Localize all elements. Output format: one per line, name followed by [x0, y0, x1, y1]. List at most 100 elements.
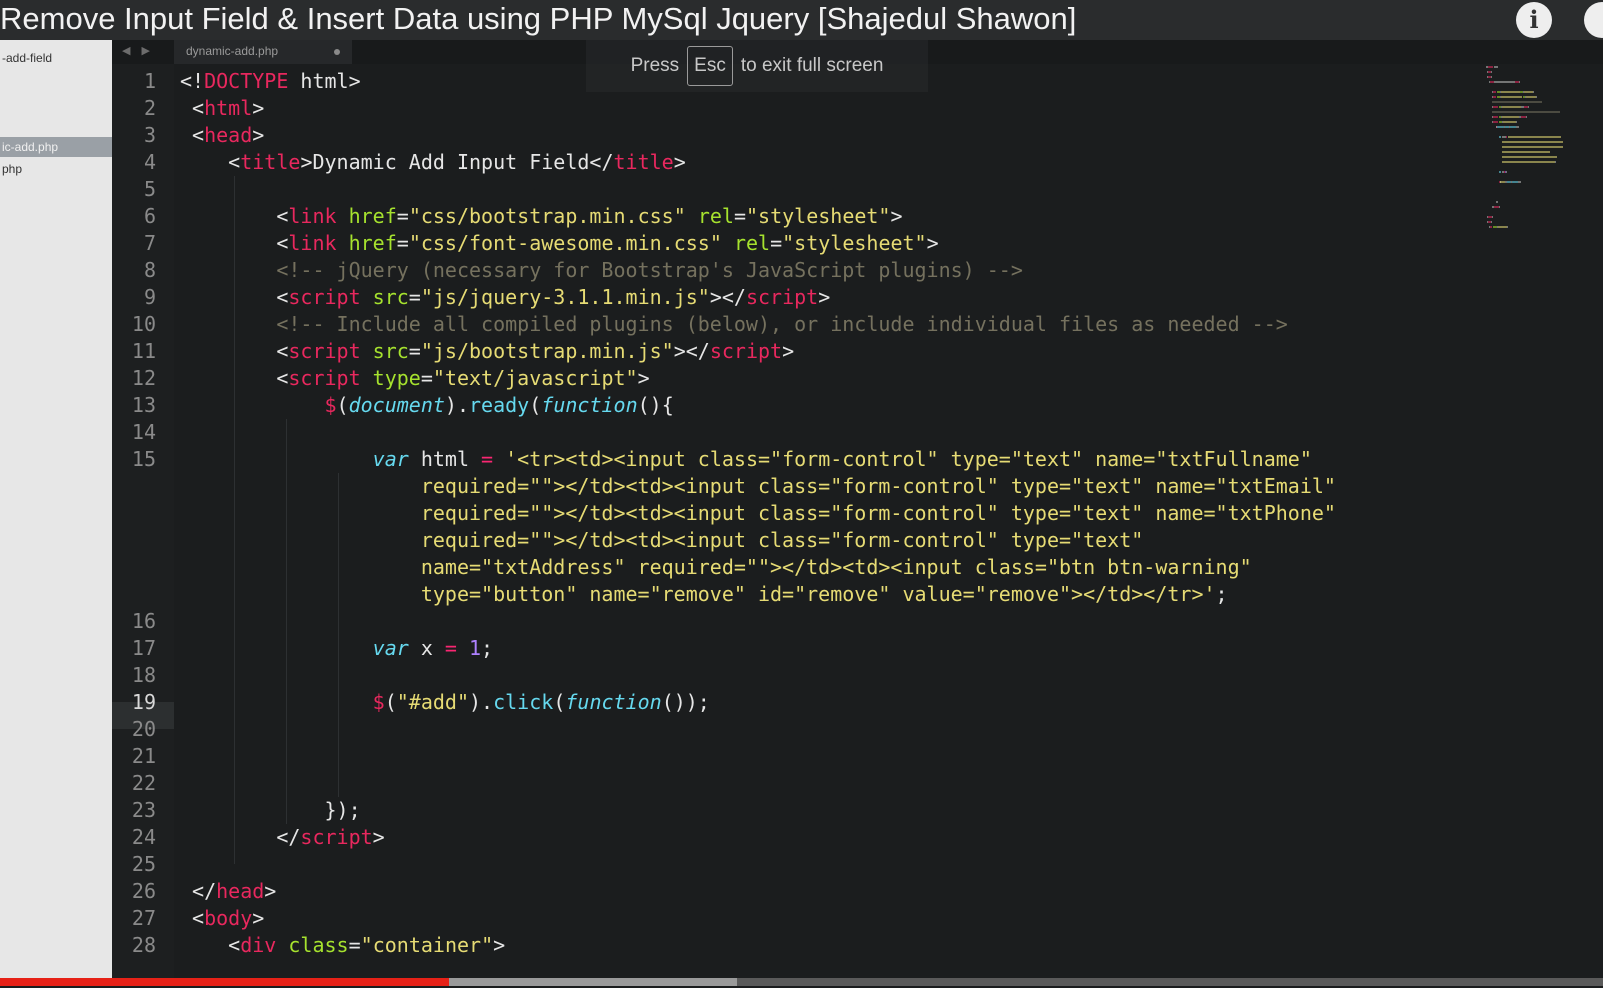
- code-token: name="txtAddress" required=""></td><td><…: [180, 555, 1252, 579]
- code-token: "stylesheet": [782, 231, 927, 255]
- sidebar-folder-item[interactable]: -add-field: [0, 48, 112, 68]
- video-progress-bar[interactable]: [0, 978, 1603, 986]
- minimap-stroke: [1502, 121, 1517, 123]
- code-token: =: [408, 285, 421, 309]
- code-token: class: [288, 933, 349, 957]
- code-token: head: [216, 879, 265, 903]
- code-token: =: [408, 339, 421, 363]
- line-number: 3: [143, 123, 156, 147]
- info-icon[interactable]: i: [1516, 2, 1552, 38]
- share-icon[interactable]: [1584, 2, 1603, 38]
- code-token: ></: [709, 285, 746, 309]
- line-number: 14: [131, 420, 156, 444]
- minimap-stroke: [1498, 136, 1502, 138]
- minimap-stroke: [1490, 221, 1492, 223]
- line-number: 12: [131, 366, 156, 390]
- line-number: 8: [143, 258, 156, 282]
- line-number: 27: [131, 906, 156, 930]
- code-line: required=""></td><td><input class="form-…: [180, 473, 1336, 500]
- code-token: =: [444, 636, 457, 660]
- code-token: ).: [469, 690, 494, 714]
- line-number: 16: [131, 609, 156, 633]
- unsaved-dot-icon[interactable]: [334, 49, 340, 55]
- code-token: (: [384, 690, 397, 714]
- minimap-stroke: [1506, 226, 1508, 228]
- sidebar-file-item-selected[interactable]: ic-add.php: [0, 137, 112, 157]
- code-token: html: [204, 96, 253, 120]
- minimap-stroke: [1526, 96, 1536, 98]
- code-token: >: [926, 231, 939, 255]
- code-token: ></: [673, 339, 710, 363]
- code-token: (: [553, 690, 566, 714]
- line-number: 2: [143, 96, 156, 120]
- code-token: script: [288, 366, 361, 390]
- code-token: $: [324, 393, 337, 417]
- code-token: (: [529, 393, 542, 417]
- line-number: 5: [143, 177, 156, 201]
- code-token: (){: [637, 393, 674, 417]
- code-token: x: [408, 636, 445, 660]
- line-number: 19: [131, 690, 156, 714]
- code-token: href: [348, 204, 397, 228]
- code-token: >: [637, 366, 650, 390]
- code-token: function: [565, 690, 662, 714]
- minimap-stroke: [1490, 226, 1493, 228]
- code-line: required=""></td><td><input class="form-…: [180, 500, 1336, 527]
- code-line: <script src="js/jquery-3.1.1.min.js"></s…: [180, 284, 830, 311]
- code-token: "css/bootstrap.min.css": [408, 204, 686, 228]
- tab-label: dynamic-add.php: [186, 44, 279, 58]
- code-token: =: [420, 366, 433, 390]
- code-token: >: [890, 204, 903, 228]
- minimap-stroke: [1518, 181, 1522, 183]
- code-line: <script type="text/javascript">: [180, 365, 650, 392]
- code-token: required=""></td><td><input class="form-…: [180, 501, 1336, 525]
- fullscreen-exit-toast: Press Esc to exit full screen: [586, 40, 928, 92]
- tab-nav-arrows-icon[interactable]: ◀ ▶: [122, 40, 154, 64]
- line-number: 26: [131, 879, 156, 903]
- code-token: ());: [661, 690, 710, 714]
- code-line: name="txtAddress" required=""></td><td><…: [180, 554, 1252, 581]
- code-token: type: [372, 366, 421, 390]
- code-token: function: [541, 393, 638, 417]
- tab-dynamic-add[interactable]: dynamic-add.php: [174, 40, 352, 64]
- code-token: script: [709, 339, 783, 363]
- toast-rest-text: to exit full screen: [740, 55, 884, 76]
- code-line: <link href="css/font-awesome.min.css" re…: [180, 230, 939, 257]
- code-token: html: [408, 447, 482, 471]
- line-number: 11: [131, 339, 156, 363]
- code-token: =: [396, 204, 409, 228]
- code-token: <: [180, 906, 205, 930]
- minimap-stroke: [1501, 91, 1520, 93]
- video-title: Remove Input Field & Insert Data using P…: [0, 1, 1077, 36]
- code-line: <head>: [180, 122, 264, 149]
- code-token: >: [673, 150, 686, 174]
- code-line: <!DOCTYPE html>: [180, 68, 361, 95]
- minimap-stroke: [1493, 116, 1498, 118]
- code-token: ;: [481, 636, 494, 660]
- file-sidebar: -add-field ic-add.php php: [0, 40, 112, 980]
- line-number: 13: [131, 393, 156, 417]
- minimap-stroke: [1528, 106, 1530, 108]
- code-token: >: [493, 933, 506, 957]
- code-minimap[interactable]: [1486, 66, 1598, 246]
- line-number: 7: [143, 231, 156, 255]
- code-token: link: [288, 231, 337, 255]
- code-token: script: [288, 285, 361, 309]
- minimap-stroke: [1535, 96, 1537, 98]
- line-number: 24: [131, 825, 156, 849]
- code-token: src: [372, 285, 409, 309]
- code-token: var: [372, 636, 409, 660]
- sidebar-file-item[interactable]: php: [0, 159, 112, 179]
- code-token: >: [264, 879, 277, 903]
- line-number: 4: [143, 150, 156, 174]
- code-line: <div class="container">: [180, 932, 505, 959]
- code-token: <!-- jQuery (necessary for Bootstrap's J…: [180, 258, 1023, 282]
- code-line: $(document).ready(function(){: [180, 392, 674, 419]
- minimap-stroke: [1507, 136, 1562, 138]
